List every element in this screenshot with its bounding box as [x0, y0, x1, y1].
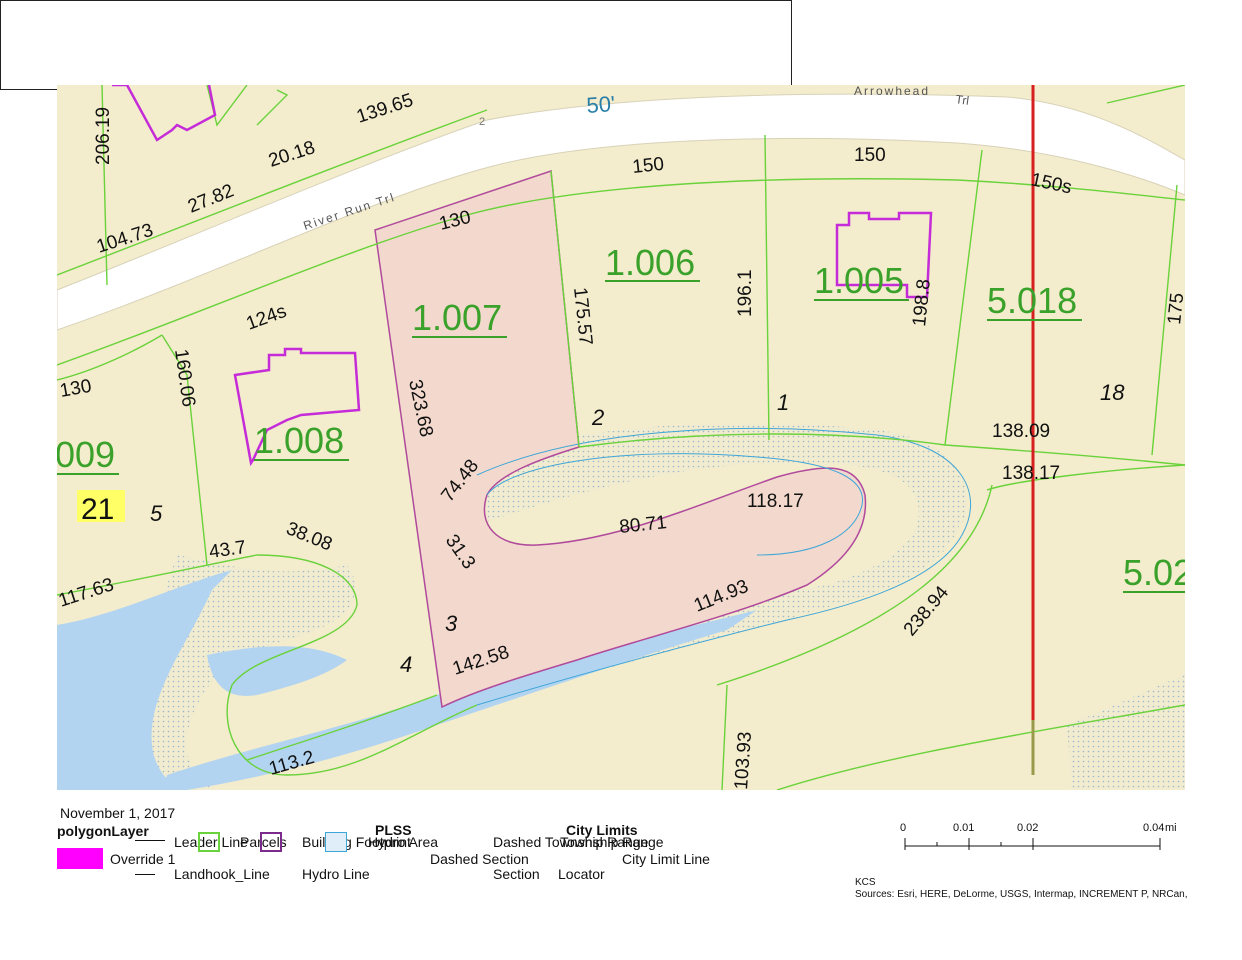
building-swatch — [260, 832, 282, 852]
dim-175: 175 — [1164, 292, 1185, 326]
legend-override: Override 1 — [110, 851, 176, 867]
lot-2: 2 — [591, 405, 604, 430]
credits-sources: Sources: Esri, HERE, DeLorme, USGS, Inte… — [855, 889, 1188, 900]
legend-hydro-line: Hydro Line — [302, 866, 370, 882]
parcel-id-1-007: 1.007 — [412, 297, 502, 338]
legend-landhook-line: Landhook_Line — [174, 866, 270, 882]
title-box — [0, 0, 792, 90]
lot-4: 4 — [400, 652, 412, 677]
lot-18: 18 — [1100, 380, 1125, 405]
road-label-small-number: 2 — [479, 116, 485, 128]
hydro-area-swatch — [325, 832, 347, 852]
leader-line-swatch — [135, 840, 165, 841]
legend-plss-title: PLSS — [375, 822, 412, 838]
legend-layer-title: polygonLayer — [57, 823, 149, 839]
parcel-id-009: 009 — [57, 434, 115, 475]
dim-118-17: 118.17 — [747, 491, 804, 512]
road-label-arrowhead-suffix: Trl — [955, 92, 970, 108]
landhook-line-swatch — [135, 874, 155, 875]
dim-150-a: 150 — [631, 154, 665, 178]
scale-bar: 0 0.01 0.02 0.04 mi — [895, 822, 1195, 862]
road-label-route-number: 50' — [586, 91, 616, 118]
lot-3: 3 — [445, 611, 458, 636]
lot-1: 1 — [777, 390, 789, 415]
parcel-map[interactable]: Arrowhead Trl River Run Trl 50' 2 1.006 … — [57, 85, 1185, 790]
legend-locator: Locator — [558, 866, 605, 882]
dim-206-19: 206.19 — [93, 107, 114, 165]
scale-ruler — [904, 838, 1161, 850]
legend-section: Section — [493, 866, 540, 882]
legend-city-limit-line: City Limit Line — [622, 851, 710, 867]
map-credits: KCS Sources: Esri, HERE, DeLorme, USGS, … — [855, 877, 1188, 901]
road-label-arrowhead: Arrowhead — [854, 85, 930, 98]
override-swatch — [57, 848, 103, 869]
lot-21: 21 — [81, 493, 114, 526]
dim-196-1: 196.1 — [735, 269, 756, 317]
legend-date: November 1, 2017 — [60, 805, 176, 821]
credits-org: KCS — [855, 877, 876, 888]
parcel-id-1-008: 1.008 — [254, 420, 344, 461]
dim-138-09: 138.09 — [992, 421, 1050, 442]
dim-103-93: 103.93 — [731, 731, 756, 790]
parcel-id-1-006: 1.006 — [605, 242, 695, 283]
dim-150-b: 150 — [854, 145, 886, 166]
parcels-swatch — [198, 832, 220, 852]
parcel-id-5-018: 5.018 — [987, 280, 1077, 321]
parcel-id-5-02: 5.02 — [1123, 552, 1185, 593]
lot-5: 5 — [150, 501, 163, 526]
dim-138-17: 138.17 — [1002, 463, 1060, 484]
legend-city-limits-title: City Limits — [566, 822, 638, 838]
parcel-id-1-005: 1.005 — [814, 260, 904, 301]
legend-dashed-section: Dashed Section — [430, 851, 529, 867]
